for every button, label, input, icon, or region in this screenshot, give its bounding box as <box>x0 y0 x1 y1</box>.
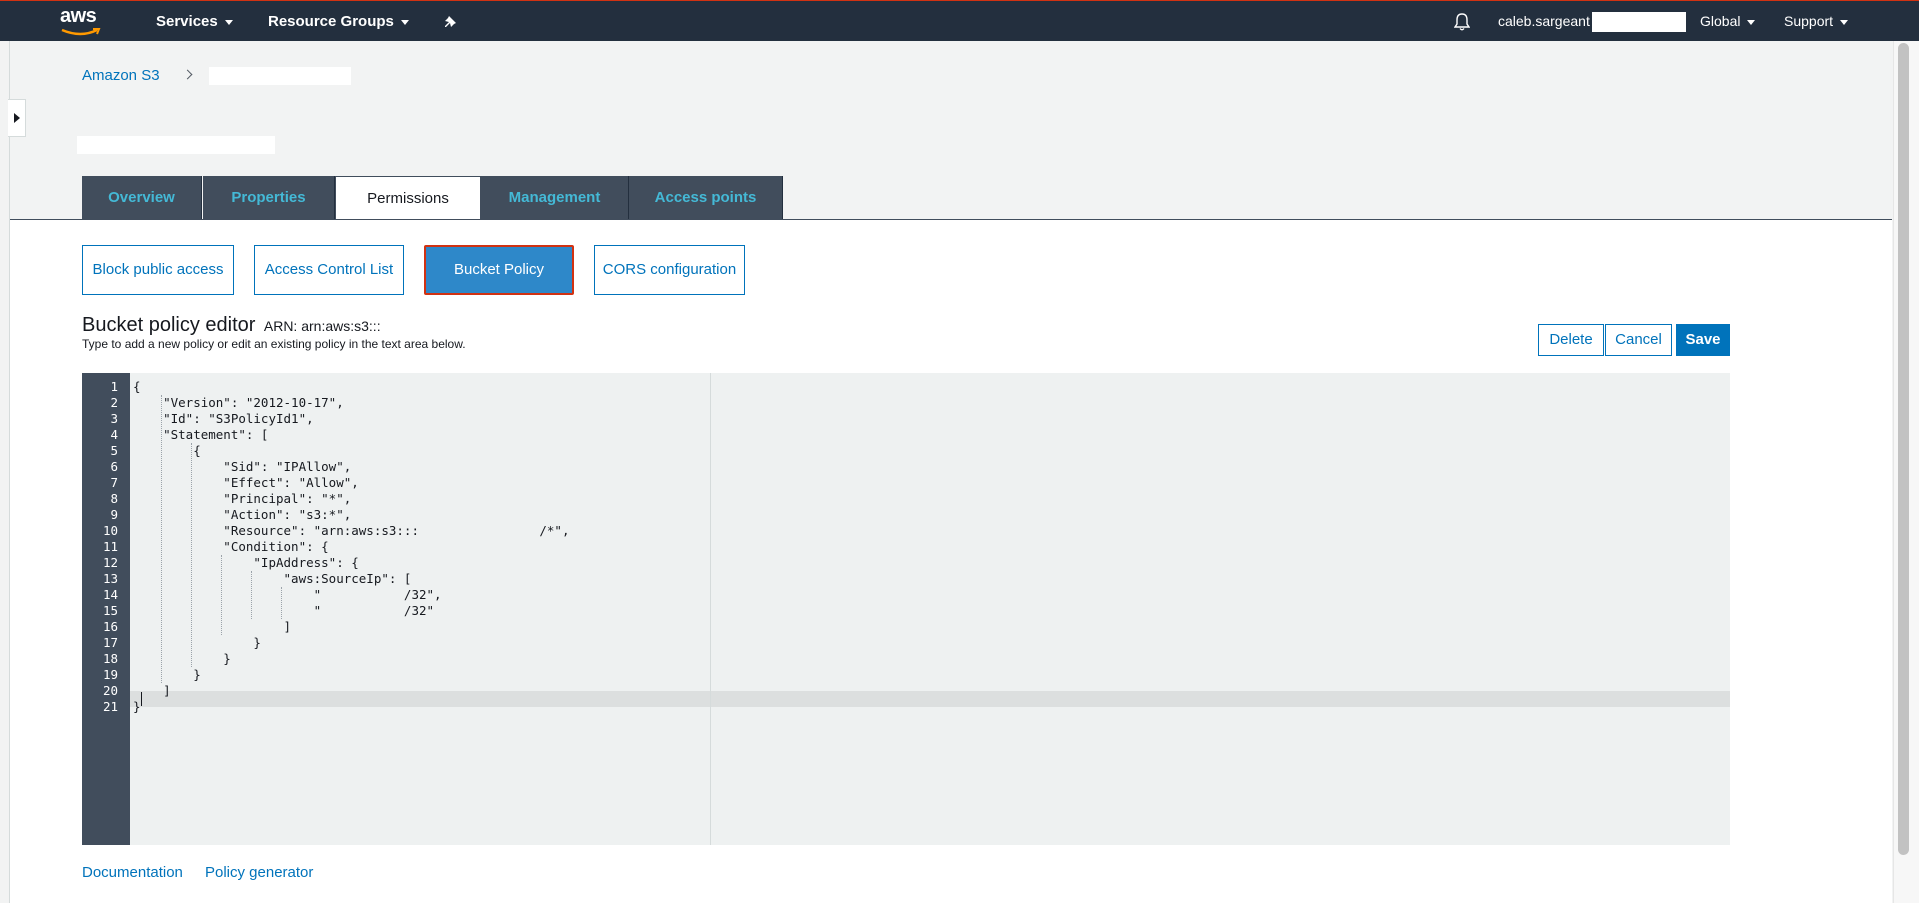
code-line: } <box>133 635 261 650</box>
line-number-gutter: 1 2 3 4 5 6 7 8 9 10 11 12 13 14 15 16 17 18 19 20 21 <box>82 373 130 845</box>
current-line-highlight <box>130 691 1730 707</box>
code-line: { <box>133 379 141 394</box>
code-line: "Principal": "*", <box>133 491 352 506</box>
line-number: 14 <box>102 587 118 602</box>
indent-guide <box>161 395 163 683</box>
access-control-list-button[interactable]: Access Control List <box>254 245 404 295</box>
code-line: " /32" <box>133 603 435 618</box>
chevron-down-icon <box>1747 19 1756 25</box>
save-button[interactable]: Save <box>1676 324 1730 356</box>
line-number: 4 <box>110 427 118 442</box>
documentation-link[interactable]: Documentation <box>82 864 183 881</box>
line-number: 6 <box>110 459 118 474</box>
tab-management[interactable]: Management <box>481 176 629 219</box>
indent-guide <box>251 571 253 619</box>
line-number: 8 <box>110 491 118 506</box>
line-number: 16 <box>102 619 118 634</box>
editor-header: Bucket policy editor ARN: arn:aws:s3::: <box>82 314 381 337</box>
text-cursor <box>141 692 142 706</box>
code-line: "Resource": "arn:aws:s3::: /*", <box>133 523 570 538</box>
breadcrumb: Amazon S3 <box>82 66 351 86</box>
tab-access-points[interactable]: Access points <box>629 176 783 219</box>
cancel-button[interactable]: Cancel <box>1605 324 1672 356</box>
resource-groups-menu[interactable]: Resource Groups <box>268 1 409 42</box>
code-line: } <box>133 699 141 714</box>
tab-permissions[interactable]: Permissions <box>335 176 481 221</box>
line-number: 5 <box>110 443 118 458</box>
code-line: ] <box>133 683 171 698</box>
line-number: 18 <box>102 651 118 666</box>
line-number: 11 <box>102 539 118 554</box>
bucket-arn: ARN: arn:aws:s3::: <box>263 318 381 334</box>
line-number: 2 <box>110 395 118 410</box>
indent-guide <box>191 443 193 667</box>
scrollbar-thumb[interactable] <box>1898 43 1909 855</box>
code-line: "Sid": "IPAllow", <box>133 459 352 474</box>
code-line: } <box>133 651 231 666</box>
account-menu[interactable]: caleb.sargeant <box>1498 1 1686 42</box>
line-number: 3 <box>110 411 118 426</box>
line-number: 7 <box>110 475 118 490</box>
code-line: "Effect": "Allow", <box>133 475 359 490</box>
side-navigation-rail <box>0 41 10 903</box>
block-public-access-button[interactable]: Block public access <box>82 245 234 295</box>
breadcrumb-bucket-name[interactable] <box>208 67 351 86</box>
line-number: 15 <box>102 603 118 618</box>
code-line: } <box>133 667 201 682</box>
chevron-down-icon <box>400 19 409 25</box>
notifications-bell-icon[interactable] <box>1453 1 1471 42</box>
policy-generator-link[interactable]: Policy generator <box>205 864 313 881</box>
line-number: 20 <box>102 683 118 698</box>
line-number: 1 <box>110 379 118 394</box>
code-line: " /32", <box>133 587 442 602</box>
indent-guide <box>281 587 283 619</box>
policy-code-editor[interactable]: 1 2 3 4 5 6 7 8 9 10 11 12 13 14 15 16 17 18 19 20 21 { "Ver… <box>82 373 1730 845</box>
aws-smile-icon <box>61 28 101 36</box>
line-number: 10 <box>102 523 118 538</box>
line-number: 12 <box>102 555 118 570</box>
breadcrumb-separator-icon <box>182 69 193 79</box>
aws-logo[interactable]: aws <box>60 1 104 42</box>
cors-configuration-button[interactable]: CORS configuration <box>594 245 745 295</box>
delete-button[interactable]: Delete <box>1538 324 1604 356</box>
breadcrumb-amazon-s3[interactable]: Amazon S3 <box>82 67 160 84</box>
pin-icon[interactable] <box>444 1 458 42</box>
code-line: "Version": "2012-10-17", <box>133 395 344 410</box>
expand-sidebar-button[interactable] <box>8 99 26 137</box>
editor-title: Bucket policy editor <box>82 314 256 336</box>
code-line: "Statement": [ <box>133 427 269 442</box>
page-title <box>77 136 275 154</box>
support-menu[interactable]: Support <box>1784 1 1849 42</box>
tab-overview[interactable]: Overview <box>82 176 202 219</box>
line-number: 19 <box>102 667 118 682</box>
bucket-policy-button[interactable]: Bucket Policy <box>424 245 574 295</box>
tab-properties[interactable]: Properties <box>203 176 335 219</box>
chevron-down-icon <box>224 19 233 25</box>
region-menu[interactable]: Global <box>1700 1 1756 42</box>
line-number: 17 <box>102 635 118 650</box>
code-line: ] <box>133 619 292 634</box>
code-line: "IpAddress": { <box>133 555 359 570</box>
code-line: "Action": "s3:*", <box>133 507 352 522</box>
line-number: 9 <box>110 507 118 522</box>
code-line: "aws:SourceIp": [ <box>133 571 412 586</box>
chevron-down-icon <box>1840 19 1849 25</box>
services-menu[interactable]: Services <box>156 1 233 42</box>
top-navigation-bar: aws Services Resource Groups caleb.sarge… <box>0 0 1919 41</box>
redacted-account-id <box>1591 12 1686 33</box>
line-number: 21 <box>102 699 118 714</box>
editor-hint: Type to add a new policy or edit an exis… <box>82 337 466 351</box>
line-number: 13 <box>102 571 118 586</box>
print-margin <box>710 373 711 845</box>
indent-guide <box>221 555 223 635</box>
